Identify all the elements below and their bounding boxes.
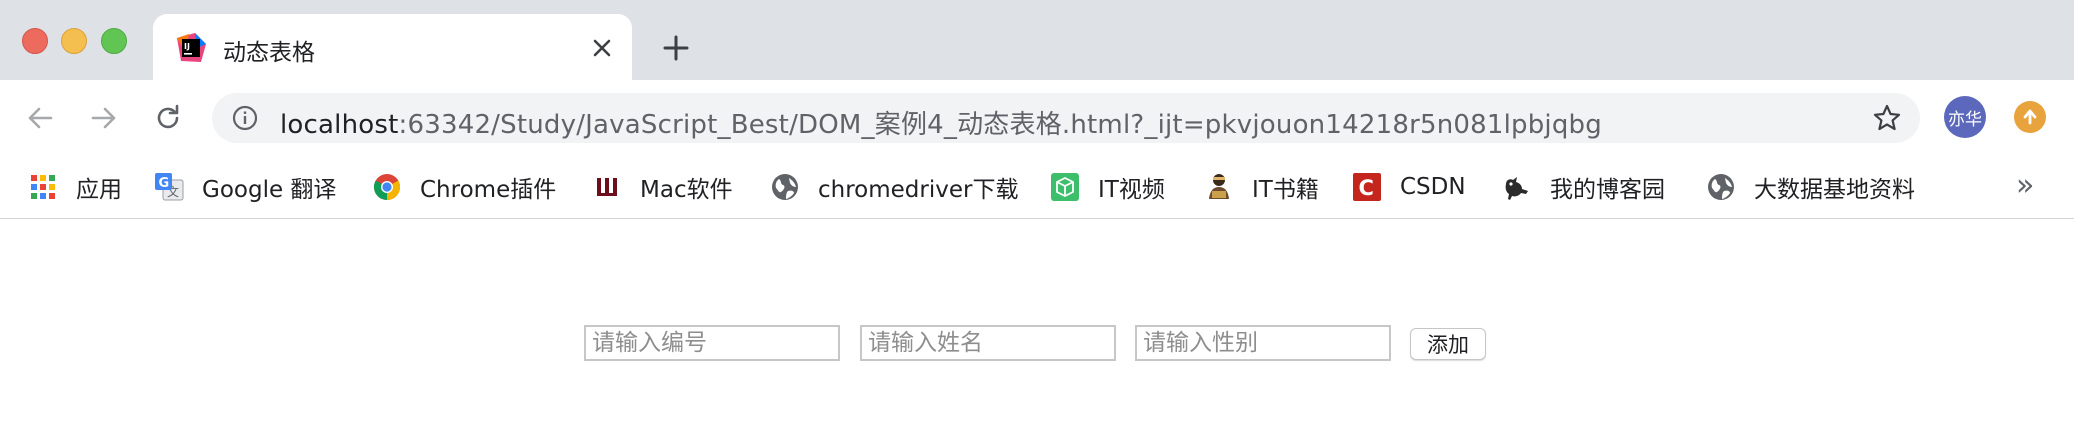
tab-title: 动态表格	[223, 40, 315, 66]
google-translate-icon: 文 G	[154, 172, 184, 202]
new-tab-icon[interactable]	[658, 30, 694, 66]
gender-input[interactable]	[1135, 325, 1391, 361]
bookmark-label: IT书籍	[1252, 177, 1319, 203]
chrome-icon	[372, 172, 402, 202]
globe-icon	[770, 172, 800, 202]
profile-avatar[interactable]: 亦华	[1944, 96, 1986, 138]
bookmark-google-translate[interactable]: 文 G Google 翻译	[154, 166, 336, 208]
bookmark-mac-software[interactable]: Mac软件	[592, 166, 733, 208]
bookmark-it-videos[interactable]: IT视频	[1050, 166, 1165, 208]
reader-icon	[1204, 172, 1234, 202]
intellij-icon: IJ	[175, 32, 207, 64]
browser-toolbar: localhost:63342/Study/JavaScript_Best/DO…	[0, 80, 2074, 156]
bookmark-it-books[interactable]: IT书籍	[1204, 166, 1319, 208]
bookmark-label: Google 翻译	[202, 177, 337, 203]
bookmark-star-icon[interactable]	[1872, 103, 1902, 133]
bookmarks-bar: 应用 文 G Google 翻译 Chrome插件 Mac软件 chromedr…	[0, 156, 2074, 219]
csdn-icon: C	[1352, 172, 1382, 202]
bookmark-csdn[interactable]: C CSDN	[1352, 166, 1466, 208]
add-button[interactable]: 添加	[1410, 328, 1486, 360]
bookmark-label: 我的博客园	[1550, 177, 1665, 203]
svg-text:C: C	[1359, 176, 1374, 200]
apps-grid-icon	[28, 172, 58, 202]
address-url: localhost:63342/Study/JavaScript_Best/DO…	[280, 104, 1602, 141]
bookmark-label: chromedriver下载	[818, 177, 1019, 203]
bookmark-chromedriver[interactable]: chromedriver下载	[770, 166, 1018, 208]
name-input[interactable]	[860, 325, 1116, 361]
id-input[interactable]	[584, 325, 840, 361]
url-host: localhost	[280, 110, 399, 140]
bookmark-apps[interactable]: 应用	[28, 166, 122, 208]
site-info-icon[interactable]	[232, 105, 258, 131]
update-arrow-icon[interactable]	[2014, 101, 2046, 133]
cnblogs-icon	[1502, 172, 1532, 202]
bookmarks-overflow-button[interactable]: »	[2016, 168, 2034, 203]
address-bar[interactable]: localhost:63342/Study/JavaScript_Best/DO…	[212, 93, 1920, 143]
url-path: :63342/Study/JavaScript_Best/DOM_案例4_动态表…	[398, 110, 1602, 140]
bookmark-label: CSDN	[1400, 174, 1466, 200]
page-content: 添加	[0, 219, 2074, 444]
cube-icon	[1050, 172, 1080, 202]
bookmark-label: 应用	[76, 177, 122, 203]
bookmark-label: Mac软件	[640, 177, 733, 203]
window-maximize-button[interactable]	[101, 28, 127, 54]
bookmark-chrome-plugins[interactable]: Chrome插件	[372, 166, 556, 208]
bookmark-label: 大数据基地资料	[1754, 177, 1915, 203]
tab-active[interactable]: IJ 动态表格	[153, 14, 632, 80]
bookmark-bigdata[interactable]: 大数据基地资料	[1706, 166, 1915, 208]
svg-text:G: G	[159, 176, 170, 191]
tab-close-icon[interactable]	[586, 32, 618, 64]
bookmark-label: Chrome插件	[420, 177, 557, 203]
window-minimize-button[interactable]	[61, 28, 87, 54]
globe-icon	[1706, 172, 1736, 202]
back-arrow-icon[interactable]	[20, 98, 60, 138]
forward-arrow-icon[interactable]	[84, 98, 124, 138]
reload-icon[interactable]	[148, 98, 188, 138]
title-bar: IJ 动态表格	[0, 0, 2074, 80]
bookmark-cnblogs[interactable]: 我的博客园	[1502, 166, 1665, 208]
window-close-button[interactable]	[22, 28, 48, 54]
svg-text:IJ: IJ	[184, 42, 190, 51]
mac-software-icon	[592, 172, 622, 202]
bookmark-label: IT视频	[1098, 177, 1165, 203]
